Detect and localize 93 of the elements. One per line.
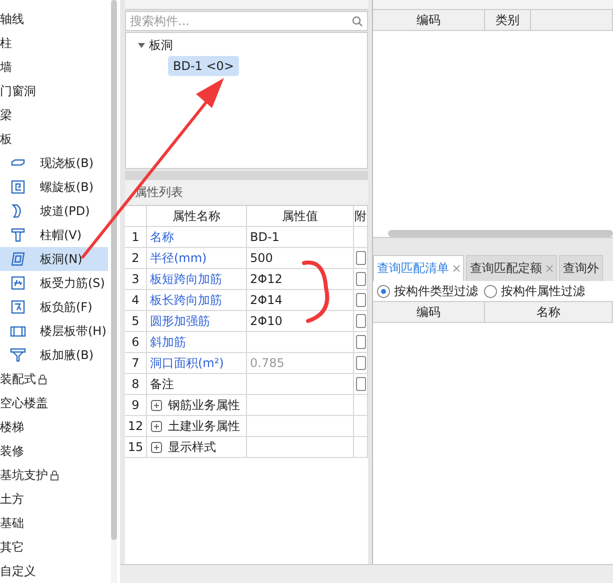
sidebar-item[interactable]: 自定义 [0, 559, 108, 583]
row-number: 1 [125, 227, 147, 248]
close-icon[interactable] [453, 265, 460, 272]
checkbox[interactable] [356, 335, 366, 349]
sidebar-item[interactable]: 现浇板(B) [0, 151, 108, 175]
sidebar-item[interactable]: 基坑支护 [0, 463, 108, 487]
property-name: 名称 [147, 227, 247, 248]
property-name: 洞口面积(m²) [147, 353, 247, 374]
property-name: 板短跨向加筋 [147, 269, 247, 290]
lock-icon [38, 374, 47, 384]
sidebar-item[interactable]: 板受力筋(S) [0, 271, 108, 295]
sidebar-item[interactable]: 板负筋(F) [0, 295, 108, 319]
property-value[interactable]: 500 [247, 248, 354, 269]
group-name: 钢筋业务属性 [168, 396, 240, 414]
tab[interactable]: 查询外 [559, 255, 603, 281]
row-number: 8 [125, 374, 147, 395]
sidebar-item[interactable]: 装配式 [0, 367, 108, 391]
property-name: 斜加筋 [147, 332, 247, 353]
row-number: 12 [125, 416, 147, 437]
group-name: 显示样式 [168, 438, 216, 456]
checkbox[interactable] [356, 377, 366, 391]
row-number: 2 [125, 248, 147, 269]
sidebar-item[interactable]: 装修 [0, 439, 108, 463]
radio-option[interactable]: 按构件类型过滤 [377, 282, 478, 300]
row-number: 9 [125, 395, 147, 416]
expand-icon[interactable] [151, 442, 162, 452]
radio-button[interactable] [377, 284, 390, 298]
sidebar-item[interactable]: 板加腋(B) [0, 343, 108, 367]
sidebar-item[interactable]: 楼层板带(H) [0, 319, 108, 343]
expand-icon[interactable] [151, 400, 162, 410]
spiral-icon [10, 179, 26, 195]
column-header: 附 [354, 206, 368, 227]
lock-icon [50, 470, 59, 480]
property-name: 圆形加强筋 [147, 311, 247, 332]
slab-hole-icon [10, 251, 26, 267]
row-number: 6 [125, 332, 147, 353]
sidebar-item[interactable]: 柱 [0, 31, 108, 55]
checkbox[interactable] [356, 314, 366, 328]
sidebar-item[interactable]: 坡道(PD) [0, 199, 108, 223]
tab[interactable]: 查询匹配定额 [466, 255, 557, 281]
search-icon [352, 16, 363, 26]
scrollbar[interactable] [388, 230, 613, 237]
checkbox[interactable] [356, 293, 366, 307]
tab[interactable]: 查询匹配清单 [373, 255, 464, 281]
tree-leaf[interactable]: BD-1 <0> [168, 56, 239, 76]
table-cell [354, 437, 368, 458]
property-name: 备注 [147, 374, 247, 395]
column-header: 编码 [373, 10, 485, 30]
checkbox[interactable] [356, 251, 366, 265]
row-number: 5 [125, 311, 147, 332]
caret-icon[interactable] [138, 42, 145, 49]
rebar-icon [10, 275, 26, 291]
property-name: 半径(mm) [147, 248, 247, 269]
sidebar-item[interactable]: 梁 [0, 103, 108, 127]
sidebar-item[interactable]: 轴线 [0, 7, 108, 31]
property-name: 板长跨向加筋 [147, 290, 247, 311]
sidebar-item[interactable]: 螺旋板(B) [0, 175, 108, 199]
property-value[interactable]: BD-1 [247, 227, 354, 248]
property-value[interactable]: 2Φ10 [247, 311, 354, 332]
expand-icon[interactable] [151, 420, 162, 432]
column-header: 类别 [485, 10, 531, 30]
sidebar-item[interactable]: 楼梯 [0, 415, 108, 439]
sidebar-item[interactable]: 其它 [0, 535, 108, 559]
column-header: 名称 [485, 302, 613, 322]
table-cell [354, 416, 368, 437]
tree-node[interactable]: 板洞 [138, 37, 367, 54]
column-header: 属性名称 [147, 206, 247, 227]
rebar-icon [10, 299, 26, 315]
sidebar-item[interactable]: 墙 [0, 55, 108, 79]
scrollbar[interactable] [111, 0, 117, 583]
sidebar-item[interactable]: 板 [0, 127, 108, 151]
group-name: 土建业务属性 [168, 418, 240, 434]
radio-option[interactable]: 按构件属性过滤 [484, 282, 585, 300]
column-header: 属性值 [247, 206, 354, 227]
property-value[interactable]: 2Φ12 [247, 269, 354, 290]
sidebar-item[interactable]: 门窗洞 [0, 79, 108, 103]
column-cap-icon [10, 227, 26, 243]
row-number: 15 [125, 437, 147, 458]
sidebar-item[interactable]: 板洞(N) [0, 247, 108, 271]
property-value[interactable]: 2Φ14 [247, 290, 354, 311]
row-number: 7 [125, 353, 147, 374]
sidebar-item[interactable]: 柱帽(V) [0, 223, 108, 247]
bracket-mark [302, 260, 330, 323]
row-number: 3 [125, 269, 147, 290]
radio-button[interactable] [484, 284, 497, 298]
row-number: 4 [125, 290, 147, 311]
haunch-icon [10, 347, 26, 363]
sidebar-item[interactable]: 基础 [0, 511, 108, 535]
sidebar-item[interactable]: 土方 [0, 487, 108, 511]
sidebar-item[interactable]: 空心楼盖 [0, 391, 108, 415]
column-header: 编码 [373, 302, 485, 322]
checkbox[interactable] [356, 272, 366, 286]
close-icon[interactable] [546, 265, 553, 272]
